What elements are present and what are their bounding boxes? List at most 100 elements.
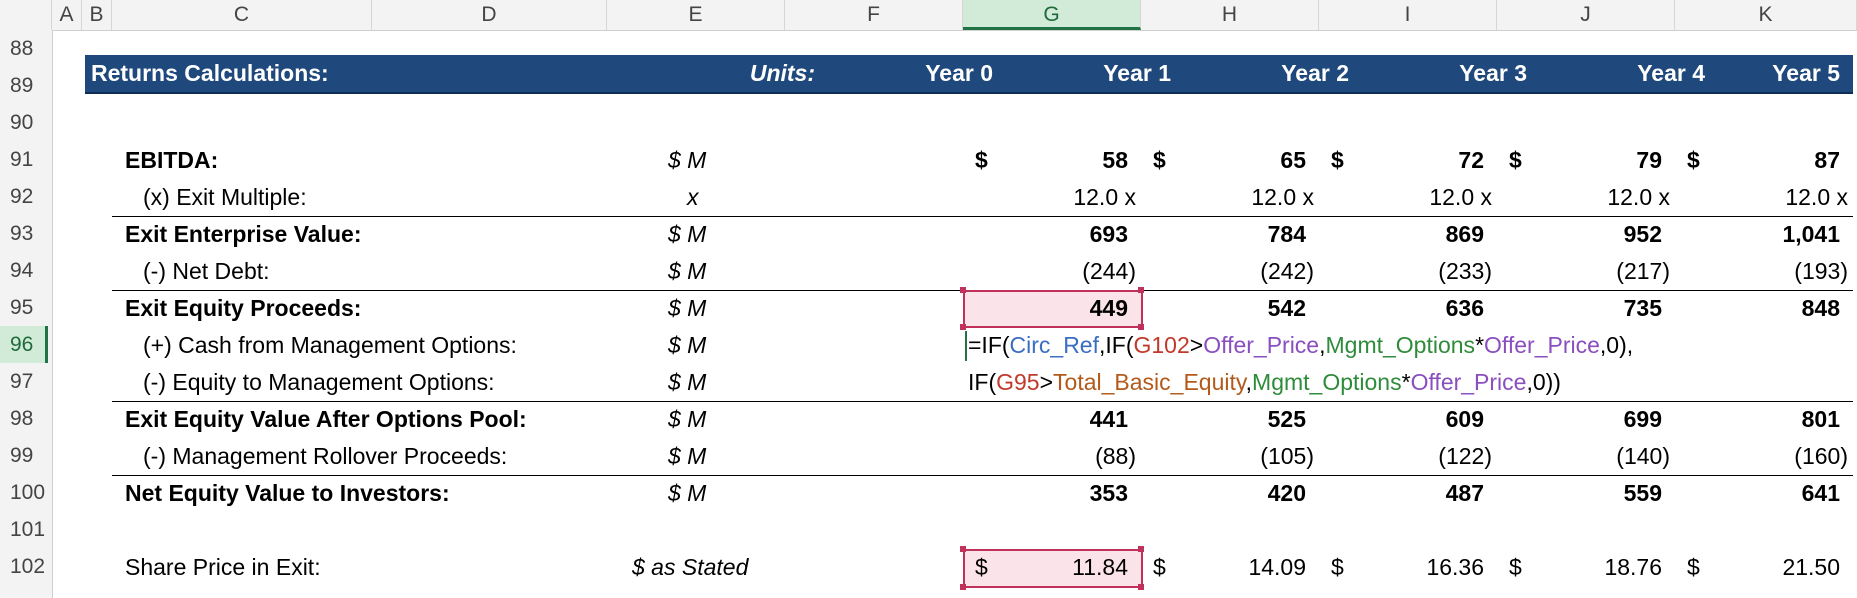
net-debt-y2[interactable]: (242) [1178,253,1314,290]
row-header-selected[interactable]: 96 [0,326,48,363]
range-handle[interactable] [1138,584,1144,590]
year-header: Year 5 [1772,60,1840,86]
ebitda-y5[interactable]: 87 [1712,142,1840,179]
rollover-y2[interactable]: (105) [1178,438,1314,475]
currency-symbol: $ [975,554,988,580]
net-debt-y5[interactable]: (193) [1712,253,1848,290]
after-pool-y5[interactable]: 801 [1712,401,1840,438]
column-header-h[interactable]: H [1141,0,1319,30]
row-header[interactable]: 91 [0,141,48,178]
net-debt-y3[interactable]: (233) [1356,253,1492,290]
exit-multiple-y1[interactable]: 12.0 x [1000,179,1136,216]
exit-equity-y3[interactable]: 636 [1356,290,1484,327]
row-header[interactable]: 92 [0,178,48,215]
net-debt-y1[interactable]: (244) [1000,253,1136,290]
row-header[interactable]: 88 [0,30,48,67]
exit-ev-y4[interactable]: 952 [1534,216,1662,253]
column-header-g[interactable]: G [963,0,1141,30]
row-header[interactable]: 94 [0,252,48,289]
exit-multiple-y3[interactable]: 12.0 x [1356,179,1492,216]
exit-multiple-y4[interactable]: 12.0 x [1534,179,1670,216]
row-header[interactable]: 99 [0,437,48,474]
range-handle[interactable] [960,584,966,590]
net-debt-y4[interactable]: (217) [1534,253,1670,290]
after-pool-y2[interactable]: 525 [1178,401,1306,438]
row-header[interactable]: 89 [0,67,48,104]
year-header: Year 2 [1281,60,1349,86]
exit-ev-y2[interactable]: 784 [1178,216,1306,253]
row-header[interactable]: 97 [0,363,48,400]
row-header[interactable]: 98 [0,400,48,437]
share-price-y2[interactable]: 14.09 [1178,549,1306,586]
formula-token: * [1475,332,1485,358]
rollover-y5[interactable]: (160) [1712,438,1848,475]
row-header[interactable]: 93 [0,215,48,252]
net-equity-y3[interactable]: 487 [1356,475,1484,512]
formula-token: IF( [968,369,997,395]
section-title: Returns Calculations: [91,60,329,86]
currency-symbol: $ [1331,147,1344,173]
exit-equity-y2[interactable]: 542 [1178,290,1306,327]
net-equity-y5[interactable]: 641 [1712,475,1840,512]
range-handle[interactable] [1138,546,1144,552]
after-pool-y1[interactable]: 441 [1000,401,1128,438]
ebitda-y3[interactable]: 72 [1356,142,1484,179]
column-header-k[interactable]: K [1675,0,1857,30]
formula-editor-line-2[interactable]: IF(G95>Total_Basic_Equity,Mgmt_Options*O… [968,364,1561,401]
row-header[interactable]: 90 [0,104,48,141]
equity-mgmt-options-unit: $ M [668,369,707,395]
exit-equity-y4[interactable]: 735 [1534,290,1662,327]
after-pool-y4[interactable]: 699 [1534,401,1662,438]
column-header-a[interactable]: A [52,0,82,30]
net-debt-unit: $ M [668,258,707,284]
exit-multiple-y5[interactable]: 12.0 x [1712,179,1848,216]
currency-symbol: $ [1509,147,1522,173]
currency-symbol: $ [1687,554,1700,580]
exit-ev-y3[interactable]: 869 [1356,216,1484,253]
exit-ev-y1[interactable]: 693 [1000,216,1128,253]
column-header-b[interactable]: B [82,0,112,30]
formula-editor-line-1[interactable]: =IF(Circ_Ref,IF(G102>Offer_Price,Mgmt_Op… [968,327,1633,364]
net-debt-label: (-) Net Debt: [143,258,270,284]
rollover-y3[interactable]: (122) [1356,438,1492,475]
year-header: Year 0 [925,60,993,86]
range-handle[interactable] [960,324,966,330]
share-price-y5[interactable]: 21.50 [1712,549,1840,586]
exit-equity-y5[interactable]: 848 [1712,290,1840,327]
column-header-e[interactable]: E [607,0,785,30]
column-header-d[interactable]: D [372,0,607,30]
range-handle[interactable] [960,546,966,552]
row-header[interactable]: 100 [0,474,48,511]
row-header[interactable]: 95 [0,289,48,326]
select-all-corner[interactable] [0,0,52,30]
ebitda-y1[interactable]: 58 [1000,142,1128,179]
ebitda-y4[interactable]: 79 [1534,142,1662,179]
exit-equity-y1[interactable]: 449 [1000,290,1128,327]
exit-equity-label: Exit Equity Proceeds: [125,295,362,321]
net-equity-y4[interactable]: 559 [1534,475,1662,512]
net-equity-y2[interactable]: 420 [1178,475,1306,512]
formula-token: Offer_Price [1203,332,1320,358]
range-handle[interactable] [960,287,966,293]
currency-symbol: $ [1153,554,1166,580]
share-price-y3[interactable]: 16.36 [1356,549,1484,586]
share-price-y1[interactable]: 11.84 [1000,549,1128,586]
currency-symbol: $ [1509,554,1522,580]
ebitda-y2[interactable]: 65 [1178,142,1306,179]
row-header[interactable]: 102 [0,548,48,585]
exit-multiple-y2[interactable]: 12.0 x [1178,179,1314,216]
share-price-y4[interactable]: 18.76 [1534,549,1662,586]
rollover-y1[interactable]: (88) [1000,438,1136,475]
column-header-f[interactable]: F [785,0,963,30]
after-pool-y3[interactable]: 609 [1356,401,1484,438]
row-header[interactable]: 101 [0,511,48,548]
column-header-i[interactable]: I [1319,0,1497,30]
net-equity-y1[interactable]: 353 [1000,475,1128,512]
share-price-label: Share Price in Exit: [125,554,321,580]
rollover-y4[interactable]: (140) [1534,438,1670,475]
exit-ev-y5[interactable]: 1,041 [1712,216,1840,253]
range-handle[interactable] [1138,287,1144,293]
column-header-j[interactable]: J [1497,0,1675,30]
formula-token: * [1401,369,1411,395]
column-header-c[interactable]: C [112,0,372,30]
